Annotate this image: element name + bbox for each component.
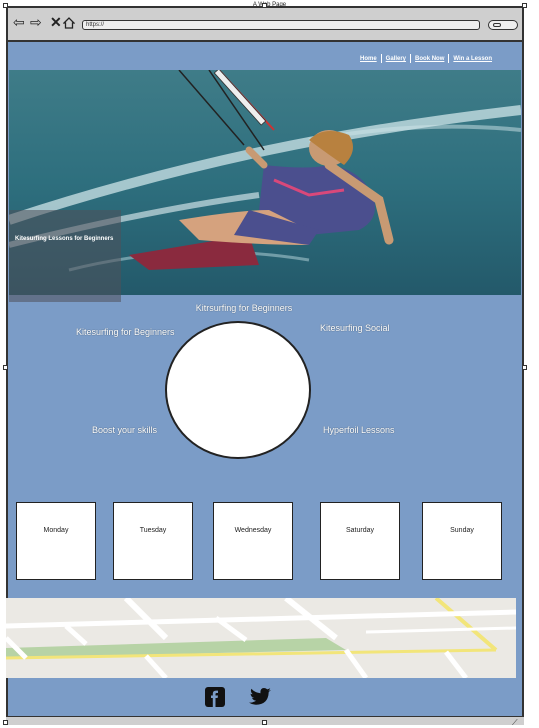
nav-item-home[interactable]: Home	[360, 56, 377, 62]
forward-icon[interactable]: ⇨	[30, 15, 42, 29]
url-bar[interactable]: https://	[82, 20, 480, 30]
day-card-monday[interactable]: Monday	[16, 502, 96, 580]
twitter-icon[interactable]	[248, 687, 272, 712]
label-kitesurfing-beginners[interactable]: Kitesurfing for Beginners	[76, 327, 175, 337]
day-card-saturday[interactable]: Saturday	[320, 502, 400, 580]
hero-caption: Kitesurfing Lessons for Beginners	[9, 210, 121, 302]
site-nav: Home Gallery Book Now Win a Lesson	[360, 54, 520, 66]
frame-handle[interactable]	[3, 720, 8, 725]
frame-handle[interactable]	[522, 365, 527, 370]
nav-item-book-now[interactable]: Book Now	[415, 56, 444, 62]
day-card-wednesday[interactable]: Wednesday	[213, 502, 293, 580]
location-map[interactable]	[6, 598, 516, 678]
label-boost-skills[interactable]: Boost your skills	[92, 425, 157, 435]
frame-handle[interactable]	[3, 365, 8, 370]
label-kitesurfing-social[interactable]: Kitesurfing Social	[320, 323, 390, 333]
close-icon[interactable]: ✕	[50, 15, 62, 29]
social-icons	[204, 686, 284, 710]
section-heading: Kitrsurfing for Beginners	[195, 303, 293, 313]
day-card-tuesday[interactable]: Tuesday	[113, 502, 193, 580]
window-title: A Web Page	[252, 2, 287, 8]
facebook-icon[interactable]	[204, 686, 226, 713]
menu-icon	[493, 23, 501, 27]
frame-handle[interactable]	[262, 3, 267, 8]
center-circle	[165, 321, 311, 459]
resize-grip-icon[interactable]: ⟋	[512, 718, 518, 728]
back-icon[interactable]: ⇦	[13, 15, 25, 29]
frame-handle[interactable]	[3, 3, 8, 8]
day-card-sunday[interactable]: Sunday	[422, 502, 502, 580]
label-hyperfoil-lessons[interactable]: Hyperfoil Lessons	[323, 425, 395, 435]
home-icon[interactable]	[62, 16, 76, 34]
frame-handle[interactable]	[262, 720, 267, 725]
nav-item-win-lesson[interactable]: Win a Lesson	[453, 56, 492, 62]
nav-item-gallery[interactable]: Gallery	[386, 56, 406, 62]
frame-handle[interactable]	[522, 3, 527, 8]
